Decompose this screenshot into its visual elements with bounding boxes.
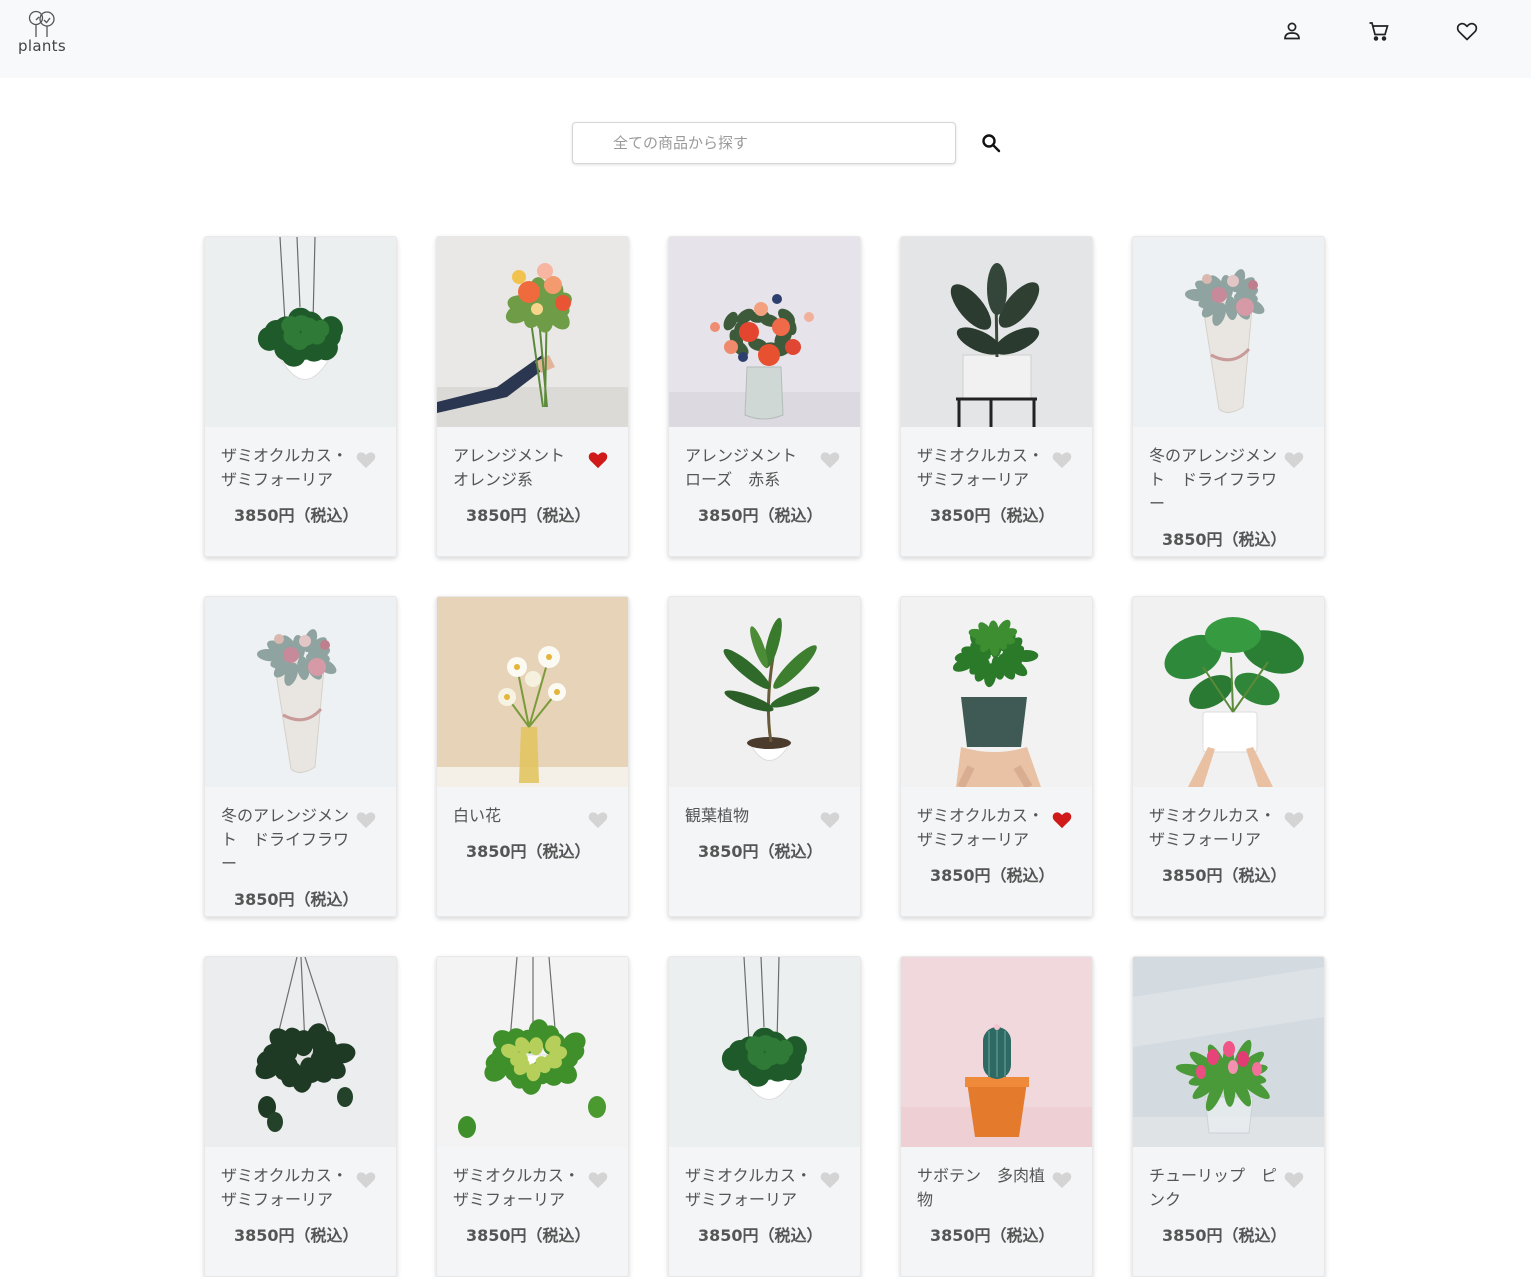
product-name[interactable]: ザミオクルカス・ザミフォーリア (917, 804, 1045, 852)
product-name[interactable]: ザミオクルカス・ザミフォーリア (1149, 804, 1277, 852)
product-image[interactable] (437, 237, 628, 427)
site-header: plants (0, 0, 1531, 78)
account-icon[interactable] (1280, 19, 1304, 43)
product-price: 3850円（税込） (930, 1226, 1055, 1245)
product-card[interactable]: 白い花 3850円（税込） (436, 596, 629, 917)
product-name[interactable]: 白い花 (453, 804, 581, 828)
favorite-heart-icon[interactable] (1283, 1169, 1305, 1189)
wishlist-heart-icon[interactable] (1455, 19, 1479, 43)
product-image[interactable] (669, 597, 860, 787)
favorite-heart-icon[interactable] (1051, 1169, 1073, 1189)
product-image[interactable] (1133, 957, 1324, 1147)
product-price: 3850円（税込） (234, 506, 359, 525)
logo-text: plants (18, 37, 66, 55)
product-image[interactable] (205, 237, 396, 427)
favorite-heart-icon[interactable] (819, 1169, 841, 1189)
product-image[interactable] (437, 597, 628, 787)
product-name[interactable]: 冬のアレンジメント ドライフラワー (221, 804, 349, 876)
plants-logo[interactable]: plants (14, 8, 70, 56)
product-image[interactable] (1133, 597, 1324, 787)
favorite-heart-icon[interactable] (819, 449, 841, 469)
product-card[interactable]: ザミオクルカス・ザミフォーリア 3850円（税込） (900, 236, 1093, 557)
product-name[interactable]: 冬のアレンジメント ドライフラワー (1149, 444, 1277, 516)
product-price: 3850円（税込） (1162, 530, 1287, 549)
product-card[interactable]: ザミオクルカス・ザミフォーリア 3850円（税込） (204, 236, 397, 557)
favorite-heart-icon[interactable] (587, 1169, 609, 1189)
product-card[interactable]: ザミオクルカス・ザミフォーリア 3850円（税込） (1132, 596, 1325, 917)
product-name[interactable]: サボテン 多肉植物 (917, 1164, 1045, 1212)
product-price: 3850円（税込） (466, 842, 591, 861)
product-price: 3850円（税込） (234, 1226, 359, 1245)
product-card[interactable]: ザミオクルカス・ザミフォーリア 3850円（税込） (204, 956, 397, 1277)
product-card[interactable]: サボテン 多肉植物 3850円（税込） (900, 956, 1093, 1277)
product-name[interactable]: ザミオクルカス・ザミフォーリア (221, 1164, 349, 1212)
favorite-heart-icon[interactable] (1283, 449, 1305, 469)
product-card[interactable]: 冬のアレンジメント ドライフラワー 3850円（税込） (1132, 236, 1325, 557)
product-name[interactable]: アレンジメント オレンジ系 (453, 444, 581, 492)
product-card[interactable]: ザミオクルカス・ザミフォーリア 3850円（税込） (436, 956, 629, 1277)
product-image[interactable] (901, 237, 1092, 427)
product-name[interactable]: ザミオクルカス・ザミフォーリア (685, 1164, 813, 1212)
search-icon[interactable] (979, 131, 1003, 155)
cart-icon[interactable] (1367, 19, 1391, 43)
product-card[interactable]: 観葉植物 3850円（税込） (668, 596, 861, 917)
favorite-heart-filled-icon[interactable] (587, 449, 609, 469)
product-price: 3850円（税込） (1162, 866, 1287, 885)
product-price: 3850円（税込） (698, 1226, 823, 1245)
product-card[interactable]: チューリップ ピンク 3850円（税込） (1132, 956, 1325, 1277)
product-name[interactable]: チューリップ ピンク (1149, 1164, 1277, 1212)
product-card[interactable]: アレンジメント オレンジ系 3850円（税込） (436, 236, 629, 557)
product-image[interactable] (901, 957, 1092, 1147)
favorite-heart-icon[interactable] (1051, 449, 1073, 469)
favorite-heart-icon[interactable] (819, 809, 841, 829)
product-name[interactable]: アレンジメント ローズ 赤系 (685, 444, 813, 492)
favorite-heart-icon[interactable] (355, 1169, 377, 1189)
tree-logo-icon (28, 10, 55, 37)
favorite-heart-icon[interactable] (587, 809, 609, 829)
product-price: 3850円（税込） (698, 506, 823, 525)
product-name[interactable]: ザミオクルカス・ザミフォーリア (917, 444, 1045, 492)
search-bar (572, 122, 956, 164)
favorite-heart-icon[interactable] (355, 809, 377, 829)
product-image[interactable] (669, 957, 860, 1147)
product-price: 3850円（税込） (698, 842, 823, 861)
favorite-heart-icon[interactable] (1283, 809, 1305, 829)
product-price: 3850円（税込） (466, 506, 591, 525)
product-image[interactable] (205, 597, 396, 787)
product-card[interactable]: アレンジメント ローズ 赤系 3850円（税込） (668, 236, 861, 557)
product-price: 3850円（税込） (930, 866, 1055, 885)
product-name[interactable]: ザミオクルカス・ザミフォーリア (221, 444, 349, 492)
product-image[interactable] (669, 237, 860, 427)
product-image[interactable] (1133, 237, 1324, 427)
favorite-heart-filled-icon[interactable] (1051, 809, 1073, 829)
product-card[interactable]: ザミオクルカス・ザミフォーリア 3850円（税込） (900, 596, 1093, 917)
search-input[interactable] (572, 122, 956, 164)
product-price: 3850円（税込） (466, 1226, 591, 1245)
product-name[interactable]: 観葉植物 (685, 804, 813, 828)
product-card[interactable]: 冬のアレンジメント ドライフラワー 3850円（税込） (204, 596, 397, 917)
product-price: 3850円（税込） (930, 506, 1055, 525)
product-image[interactable] (901, 597, 1092, 787)
product-price: 3850円（税込） (1162, 1226, 1287, 1245)
product-image[interactable] (205, 957, 396, 1147)
product-price: 3850円（税込） (234, 890, 359, 909)
product-card[interactable]: ザミオクルカス・ザミフォーリア 3850円（税込） (668, 956, 861, 1277)
product-name[interactable]: ザミオクルカス・ザミフォーリア (453, 1164, 581, 1212)
product-image[interactable] (437, 957, 628, 1147)
favorite-heart-icon[interactable] (355, 449, 377, 469)
